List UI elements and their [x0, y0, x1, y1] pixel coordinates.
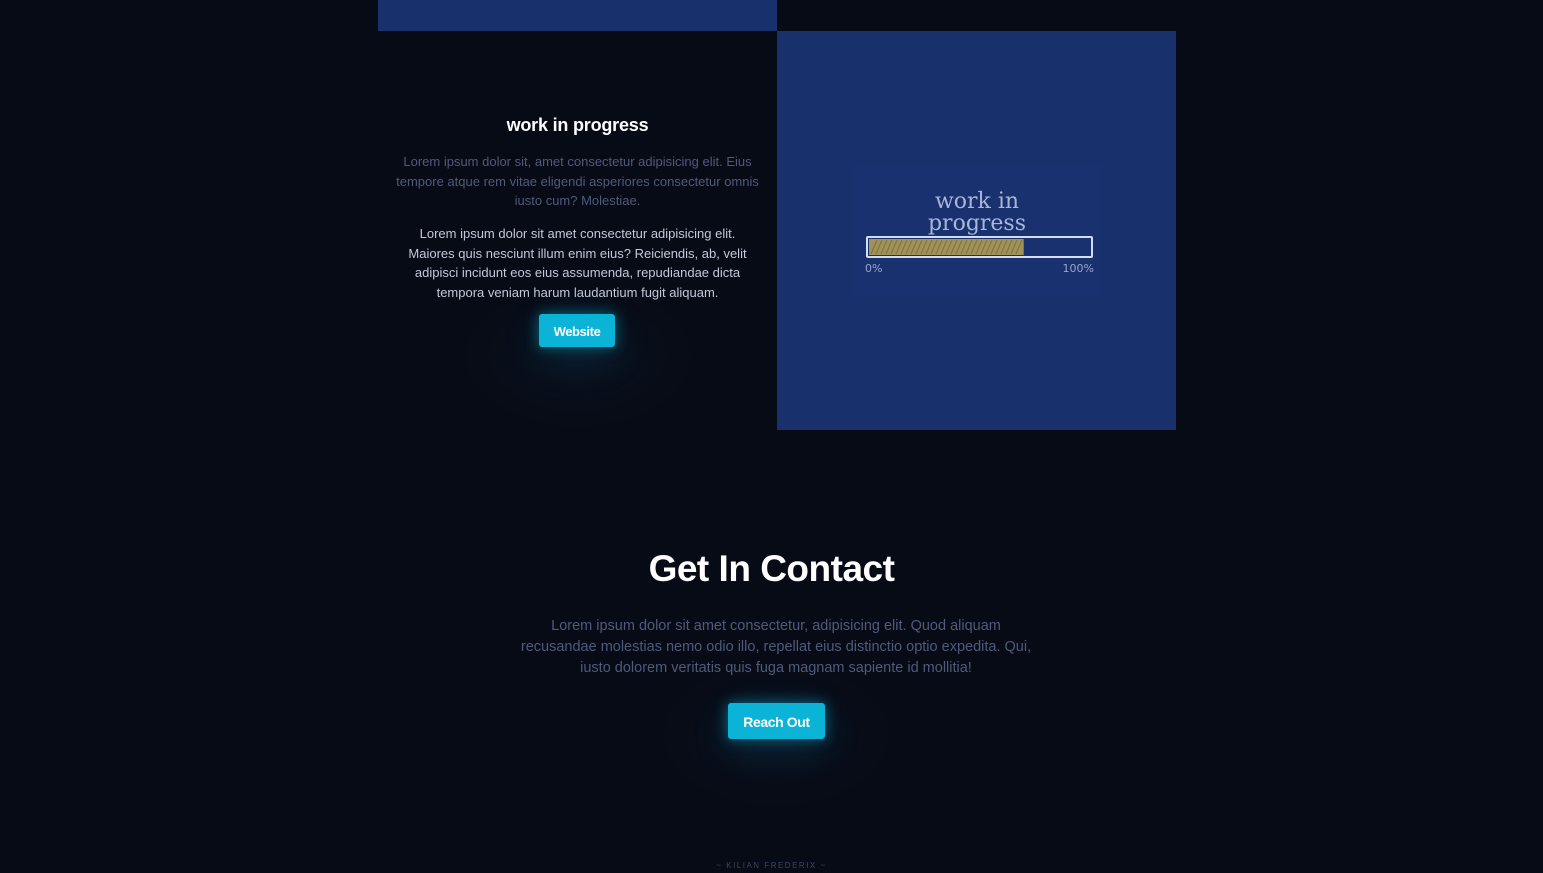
- project-image: work in progress 0% 100%: [777, 31, 1176, 430]
- project-description: Lorem ipsum dolor sit amet consectetur a…: [408, 226, 747, 300]
- progress-min-label: 0%: [865, 262, 882, 275]
- reach-out-button[interactable]: Reach Out: [728, 703, 825, 739]
- page: work in progress Lorem ipsum dolor sit, …: [0, 0, 1543, 873]
- website-button[interactable]: Website: [539, 314, 615, 347]
- project-info: work in progress Lorem ipsum dolor sit, …: [378, 31, 777, 431]
- contact-heading: Get In Contact: [648, 548, 895, 589]
- contact-description: Lorem ipsum dolor sit amet consectetur, …: [520, 618, 1032, 676]
- button-glow: [458, 281, 698, 431]
- illustration-line2: progress: [928, 211, 1026, 236]
- footer-signature: ~ KILIAN FREDERIX ~: [716, 861, 827, 870]
- project-subtitle-text: Lorem ipsum dolor sit, amet consectetur …: [396, 154, 759, 208]
- progress-max-label: 100%: [1063, 262, 1094, 275]
- project-title: work in progress: [506, 115, 649, 135]
- work-in-progress-illustration: work in progress 0% 100%: [853, 165, 1101, 295]
- previous-project-image-edge: [378, 0, 777, 31]
